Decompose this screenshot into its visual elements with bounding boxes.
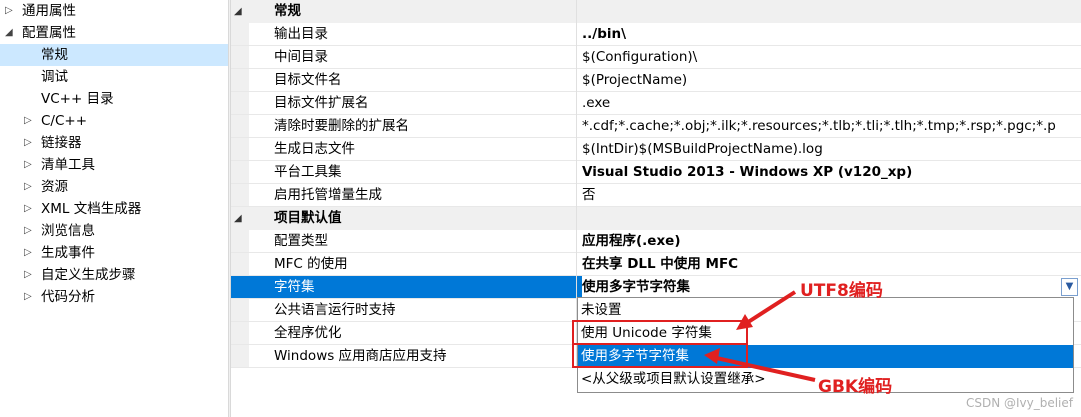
arrow-gbk-line bbox=[711, 355, 816, 382]
annotation-utf8: UTF8编码 bbox=[800, 281, 883, 301]
annotation-gbk: GBK编码 bbox=[818, 377, 893, 397]
arrow-gbk-head bbox=[704, 348, 720, 364]
annotation-arrows bbox=[704, 290, 816, 382]
arrow-utf8-line bbox=[740, 290, 797, 328]
watermark: CSDN @Ivy_belief bbox=[965, 396, 1073, 410]
